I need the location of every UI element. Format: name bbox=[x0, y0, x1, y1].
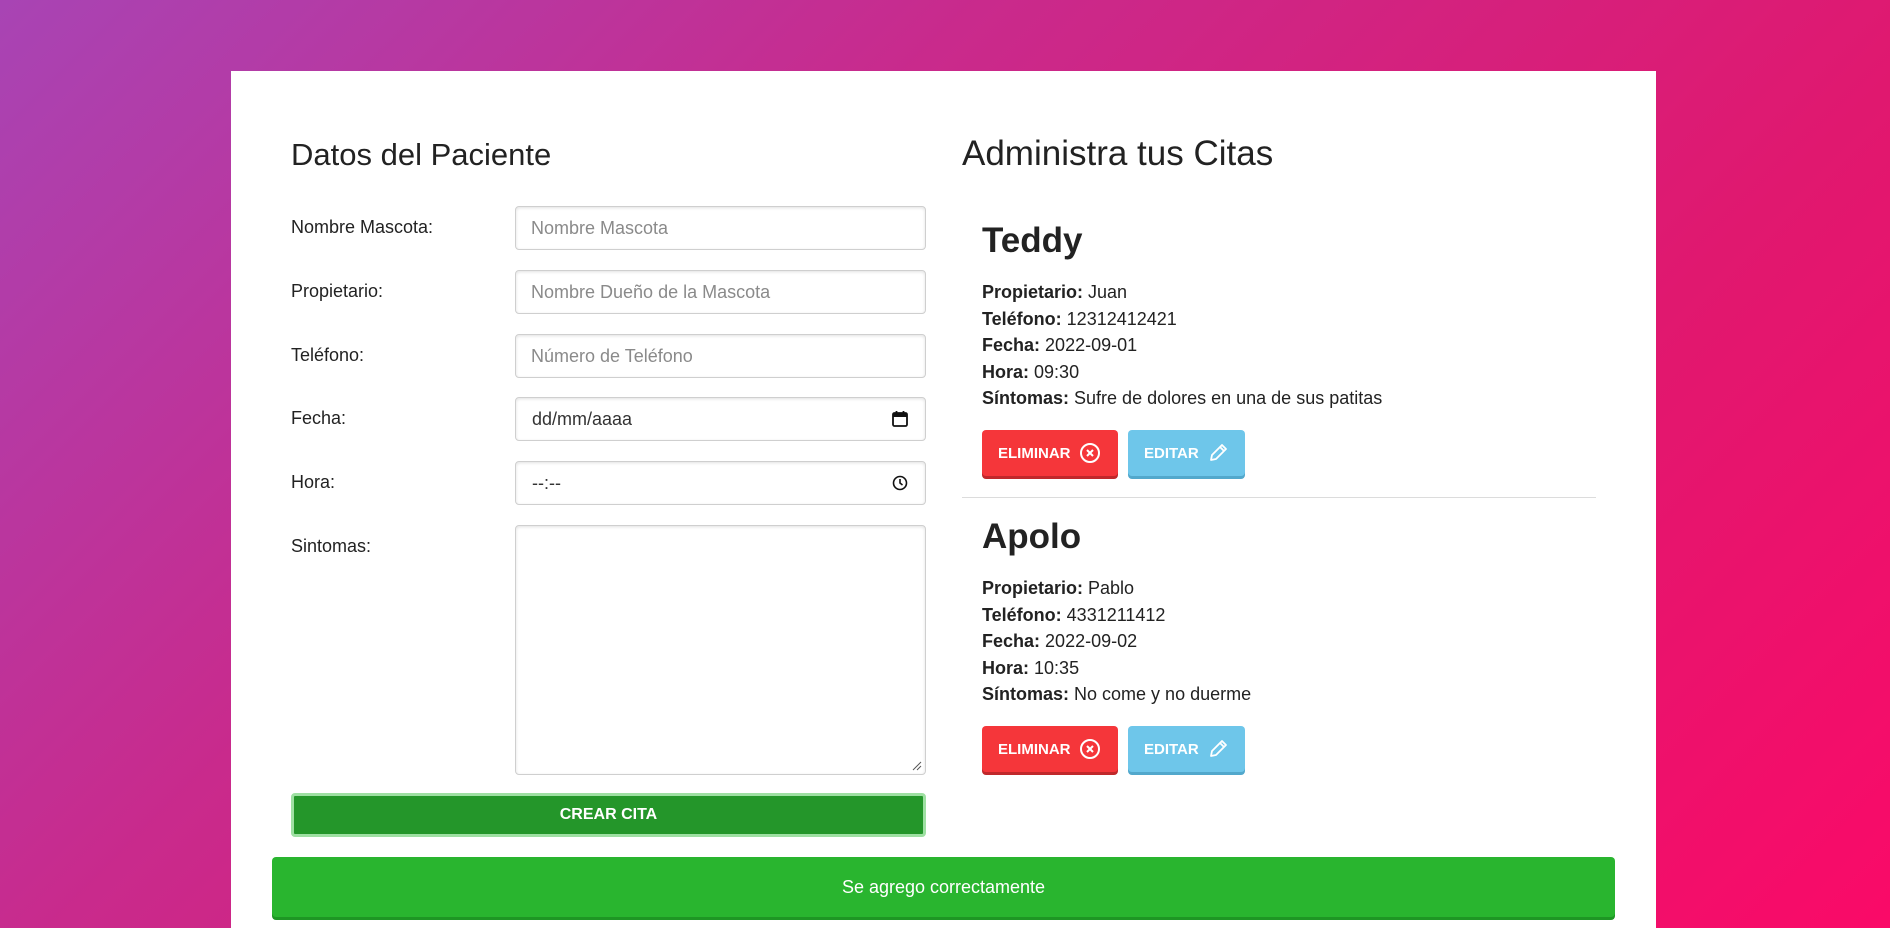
pet-name-input[interactable] bbox=[515, 206, 926, 250]
pencil-icon bbox=[1209, 740, 1227, 757]
symptoms-line: Síntomas: No come y no duerme bbox=[982, 684, 1252, 704]
pet-name-label: Nombre Mascota: bbox=[291, 217, 434, 237]
date-input[interactable]: dd/mm/aaaa bbox=[515, 397, 926, 441]
appointments-title: Administra tus Citas bbox=[962, 134, 1274, 173]
success-alert: Se agrego correctamente bbox=[272, 857, 1615, 917]
symptoms-label: Sintomas: bbox=[291, 536, 372, 556]
date-line: Fecha: 2022-09-01 bbox=[982, 335, 1138, 355]
form-title: Datos del Paciente bbox=[291, 137, 552, 172]
owner-line: Propietario: Pablo bbox=[982, 578, 1135, 598]
date-line: Fecha: 2022-09-02 bbox=[982, 631, 1138, 651]
delete-button-label: ELIMINAR bbox=[998, 444, 1071, 462]
symptoms-line: Síntomas: Sufre de dolores en una de sus… bbox=[982, 388, 1383, 408]
x-circle-icon bbox=[1079, 739, 1100, 759]
resize-grip-icon[interactable] bbox=[912, 761, 922, 771]
calendar-icon[interactable] bbox=[891, 410, 909, 428]
time-line: Hora: 09:30 bbox=[982, 361, 1080, 382]
phone-line: Teléfono: 12312412421 bbox=[982, 308, 1177, 329]
appointment-details: Propietario: Juan Teléfono: 12312412421 … bbox=[982, 279, 1382, 412]
owner-line: Propietario: Juan bbox=[982, 282, 1128, 302]
edit-button[interactable]: EDITAR bbox=[1128, 726, 1245, 772]
symptoms-textarea[interactable] bbox=[515, 525, 926, 775]
delete-button[interactable]: ELIMINAR bbox=[982, 726, 1118, 772]
date-input-value: dd/mm/aaaa bbox=[532, 408, 633, 429]
pencil-icon bbox=[1209, 444, 1227, 461]
appointment-details: Propietario: Pablo Teléfono: 4331211412 … bbox=[982, 575, 1251, 708]
phone-label: Teléfono: bbox=[291, 345, 365, 365]
appointment-divider bbox=[962, 497, 1596, 498]
clock-icon[interactable] bbox=[891, 474, 909, 492]
date-label: Fecha: bbox=[291, 408, 347, 428]
owner-input[interactable] bbox=[515, 270, 926, 314]
pet-name: Teddy bbox=[982, 221, 1083, 260]
main-panel: Datos del Paciente Nombre Mascota: Propi… bbox=[231, 71, 1656, 928]
time-line: Hora: 10:35 bbox=[982, 657, 1080, 678]
edit-button[interactable]: EDITAR bbox=[1128, 430, 1245, 476]
time-input-value: --:-- bbox=[532, 472, 561, 493]
phone-input[interactable] bbox=[515, 334, 926, 378]
x-circle-icon bbox=[1079, 443, 1100, 463]
phone-line: Teléfono: 4331211412 bbox=[982, 604, 1166, 625]
delete-button[interactable]: ELIMINAR bbox=[982, 430, 1118, 476]
pet-name: Apolo bbox=[982, 517, 1082, 556]
time-label: Hora: bbox=[291, 472, 336, 492]
edit-button-label: EDITAR bbox=[1144, 444, 1199, 462]
create-appointment-button[interactable]: CREAR CITA bbox=[291, 793, 926, 837]
owner-label: Propietario: bbox=[291, 281, 384, 301]
delete-button-label: ELIMINAR bbox=[998, 740, 1071, 758]
edit-button-label: EDITAR bbox=[1144, 740, 1199, 758]
time-input[interactable]: --:-- bbox=[515, 461, 926, 505]
